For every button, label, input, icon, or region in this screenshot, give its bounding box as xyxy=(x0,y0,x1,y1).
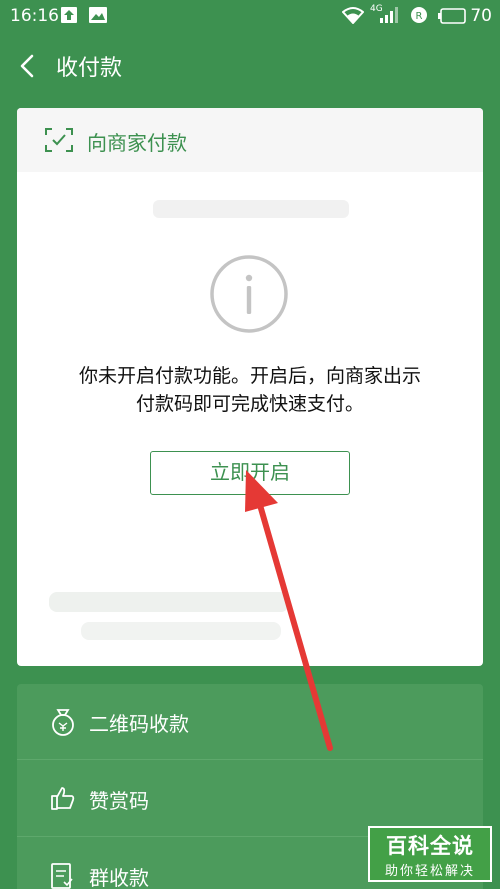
battery-icon xyxy=(438,8,466,29)
signal-icon xyxy=(374,6,400,29)
svg-text:R: R xyxy=(416,11,423,22)
divider xyxy=(17,759,483,760)
pay-merchant-header[interactable]: 向商家付款 xyxy=(17,108,483,172)
enable-now-button[interactable]: 立即开启 xyxy=(150,451,350,495)
pay-merchant-label: 向商家付款 xyxy=(87,131,187,155)
nav-header: 收付款 xyxy=(0,34,500,98)
list-item-label: 二维码收款 xyxy=(89,712,189,736)
message-line-1: 你未开启付款功能。开启后，向商家出示 xyxy=(78,365,421,387)
list-item-label: 群收款 xyxy=(89,866,149,889)
thumbs-up-icon xyxy=(50,785,76,815)
info-icon xyxy=(209,254,289,338)
wifi-icon xyxy=(341,6,365,29)
chevron-left-icon[interactable] xyxy=(14,50,44,82)
money-bag-icon xyxy=(50,708,76,740)
pay-merchant-card: 向商家付款 你未开启付款功能。开启后，向商家出示 付款码即可完成快速支付。 立即… xyxy=(17,108,483,666)
image-icon xyxy=(88,6,108,29)
status-bar: 16:16 4G R 70 xyxy=(0,0,500,34)
list-item-label: 赞赏码 xyxy=(89,789,149,813)
upload-icon xyxy=(60,6,78,29)
watermark-subtitle: 助你轻松解决 xyxy=(384,864,475,879)
blurred-text xyxy=(81,622,281,640)
battery-level: 70 xyxy=(470,6,492,26)
brand-watermark: 百科全说 助你轻松解决 xyxy=(368,826,492,882)
page-title: 收付款 xyxy=(56,56,123,81)
disabled-message: 你未开启付款功能。开启后，向商家出示 付款码即可完成快速支付。 xyxy=(17,362,483,418)
data-saver-icon: R xyxy=(410,6,428,29)
list-item-qr-collect[interactable]: 二维码收款 xyxy=(17,684,483,760)
status-time: 16:16 xyxy=(10,6,59,26)
watermark-title: 百科全说 xyxy=(386,834,474,858)
message-line-2: 付款码即可完成快速支付。 xyxy=(135,393,364,415)
blurred-text xyxy=(153,200,349,218)
receipt-icon xyxy=(50,862,74,889)
blurred-text xyxy=(49,592,289,612)
scan-icon xyxy=(45,127,73,157)
